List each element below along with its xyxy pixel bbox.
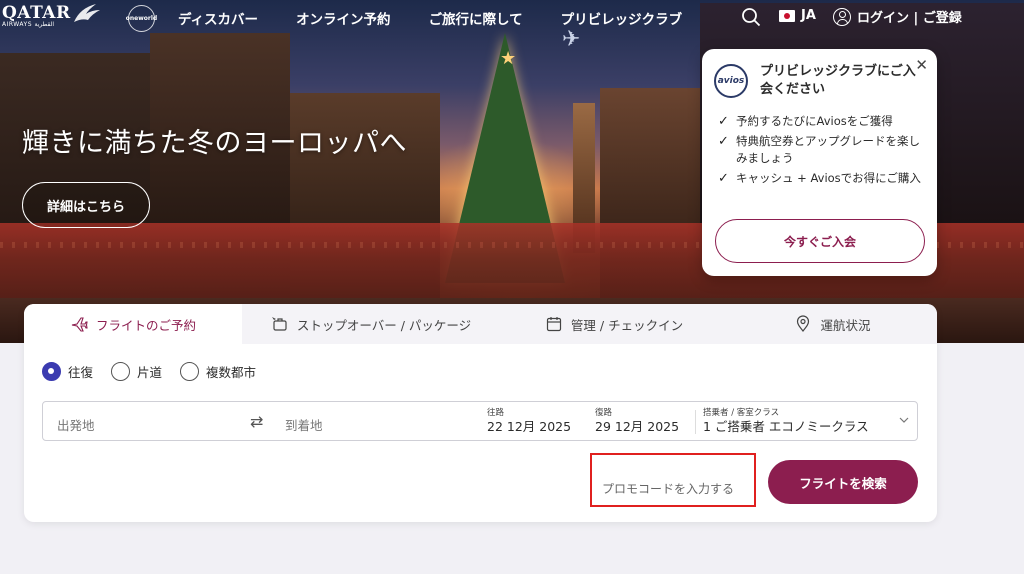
benefit-text: 予約するたびにAviosをご獲得 <box>736 114 893 128</box>
login-label: ログイン | ご登録 <box>857 11 962 26</box>
list-item: ✓ 予約するたびにAviosをご獲得 <box>718 113 928 130</box>
tab-flight-status[interactable]: 運航状況 <box>728 304 937 344</box>
destination-placeholder: 到着地 <box>285 418 323 433</box>
trip-multi-city[interactable]: 複数都市 <box>180 362 256 381</box>
japan-flag-icon <box>779 9 795 22</box>
search-icon[interactable] <box>741 7 761 27</box>
main-nav: ディスカバー オンライン予約 ご旅行に際して プリビレッジクラブ <box>178 8 682 28</box>
language-code: JA <box>801 8 816 23</box>
user-icon <box>833 7 851 26</box>
depart-value: 22 12月 2025 <box>487 419 572 434</box>
booking-tabs: フライトのご予約 ストップオーバー / パッケージ 管理 / チェックイン 運航… <box>24 304 937 344</box>
suitcase-icon <box>271 317 287 331</box>
radio-label: 複数都市 <box>206 365 257 380</box>
list-item: ✓ キャッシュ + Aviosでお得にご購入 <box>718 170 928 187</box>
popup-title: プリビレッジクラブにご入会ください <box>760 64 916 97</box>
star-icon: ★ <box>500 48 517 69</box>
check-icon: ✓ <box>718 134 729 149</box>
tab-manage-checkin[interactable]: 管理 / チェックイン <box>500 304 728 344</box>
oryx-icon <box>74 4 100 22</box>
avios-icon: avios <box>714 64 748 98</box>
benefit-list: ✓ 予約するたびにAviosをご獲得 ✓ 特典航空券とアップグレードを楽しみまし… <box>718 113 928 190</box>
return-value: 29 12月 2025 <box>595 419 680 434</box>
radio-unchecked-icon <box>180 362 200 381</box>
tab-label: ストップオーバー / パッケージ <box>296 317 472 333</box>
nav-privilege-club[interactable]: プリビレッジクラブ <box>561 8 683 28</box>
benefit-text: 特典航空券とアップグレードを楽しみましょう <box>736 134 920 165</box>
nav-discover[interactable]: ディスカバー <box>178 8 258 28</box>
search-flights-button[interactable]: フライトを検索 <box>768 460 918 504</box>
nav-book-online[interactable]: オンライン予約 <box>296 8 391 28</box>
trip-type-selector: 往復 片道 複数都市 <box>42 362 274 381</box>
trip-round-trip[interactable]: 往復 <box>42 362 93 381</box>
radio-unchecked-icon <box>111 362 131 381</box>
location-pin-icon <box>797 315 810 332</box>
tab-label: 管理 / チェックイン <box>570 317 684 333</box>
list-item: ✓ 特典航空券とアップグレードを楽しみましょう <box>718 133 928 167</box>
calendar-icon <box>546 317 562 332</box>
join-now-button[interactable]: 今すぐご入会 <box>715 219 925 263</box>
depart-date-field[interactable]: 往路 22 12月 2025 <box>487 402 587 440</box>
booking-panel: フライトのご予約 ストップオーバー / パッケージ 管理 / チェックイン 運航… <box>24 304 937 522</box>
radio-label: 片道 <box>137 365 163 380</box>
destination-field[interactable]: 到着地 <box>275 402 475 440</box>
trip-one-way[interactable]: 片道 <box>111 362 162 381</box>
oneworld-badge[interactable]: oneworld <box>126 5 157 32</box>
radio-checked-icon <box>42 362 61 381</box>
check-icon: ✓ <box>718 171 729 186</box>
login-button[interactable]: ログイン | ご登録 <box>833 7 962 26</box>
origin-placeholder: 出発地 <box>57 418 95 433</box>
hero-title: 輝きに満ちた冬のヨーロッパへ <box>22 128 407 159</box>
radio-label: 往復 <box>68 365 94 380</box>
tab-stopover-package[interactable]: ストップオーバー / パッケージ <box>242 304 500 344</box>
language-selector[interactable]: JA <box>779 8 816 23</box>
privilege-club-popup: avios ✕ プリビレッジクラブにご入会ください ✓ 予約するたびにAvios… <box>702 49 937 276</box>
promo-code-link[interactable]: プロモコードを入力する <box>602 480 734 497</box>
origin-field[interactable]: 出発地 <box>43 402 243 440</box>
benefit-text: キャッシュ + Aviosでお得にご購入 <box>736 171 921 185</box>
return-date-field[interactable]: 復路 29 12月 2025 <box>595 402 695 440</box>
field-divider <box>695 410 696 434</box>
flight-search-fields: 出発地 ⇄ 到着地 往路 22 12月 2025 復路 29 12月 2025 … <box>42 401 918 441</box>
swap-icon[interactable]: ⇄ <box>250 412 263 431</box>
plane-icon <box>71 317 88 332</box>
passenger-class-field[interactable]: 搭乗者 / 客室クラス 1 ご搭乗者 エコノミークラス <box>703 402 917 440</box>
tab-label: 運航状況 <box>820 317 871 333</box>
nav-travel-info[interactable]: ご旅行に際して <box>429 8 523 28</box>
tab-label: フライトのご予約 <box>95 317 196 333</box>
top-header: QATAR AIRWAYS القطرية oneworld ディスカバー オン… <box>0 0 1024 34</box>
chevron-down-icon <box>899 417 909 423</box>
passenger-value: 1 ご搭乗者 エコノミークラス <box>703 419 869 434</box>
check-icon: ✓ <box>718 114 729 129</box>
hero-details-button[interactable]: 詳細はこちら <box>22 182 150 228</box>
tab-flight-booking[interactable]: フライトのご予約 <box>24 304 242 344</box>
